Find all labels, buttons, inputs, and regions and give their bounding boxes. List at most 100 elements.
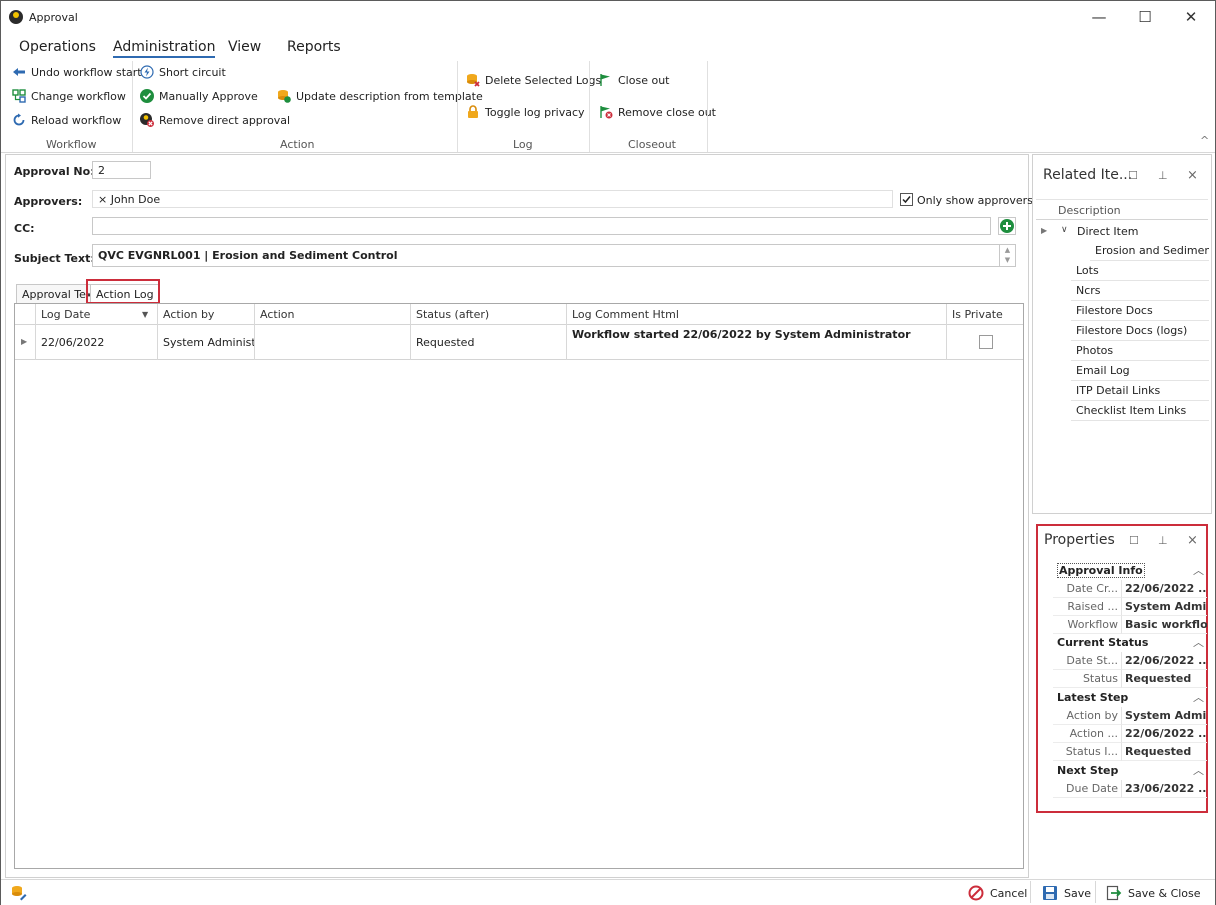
delete-selected-logs-button[interactable]: Delete Selected Logs (466, 71, 601, 89)
prop-value[interactable]: Basic workflow (1122, 616, 1207, 634)
col-action[interactable]: Action (254, 304, 410, 325)
reload-icon (12, 113, 26, 127)
close-out-button[interactable]: Close out (599, 71, 669, 89)
collapse-category-icon[interactable]: ︿ (1193, 634, 1204, 650)
tree-item-itp-detail-links[interactable]: ITP Detail Links (1071, 381, 1209, 401)
prop-value[interactable]: System Admi... (1122, 707, 1207, 725)
undo-workflow-start-label: Undo workflow start (31, 65, 142, 79)
sort-desc-icon: ▼ (142, 310, 149, 319)
minimize-button[interactable]: — (1077, 5, 1121, 29)
approvers-field[interactable]: × John Doe (92, 190, 893, 208)
collapse-category-icon[interactable]: ︿ (1193, 562, 1204, 578)
cancel-icon (968, 885, 984, 901)
subject-text-label: Subject Text: (14, 252, 95, 265)
approver-chip[interactable]: × John Doe (98, 193, 160, 206)
pin-icon[interactable]: ⊥ (1158, 169, 1168, 182)
undo-workflow-start-button[interactable]: Undo workflow start (12, 63, 142, 81)
float-panel-icon[interactable]: ☐ (1128, 169, 1138, 182)
expand-tree-icon[interactable]: ▶ (1041, 226, 1047, 235)
expand-row-icon[interactable]: ▶ (21, 337, 27, 346)
short-circuit-button[interactable]: Short circuit (140, 63, 226, 81)
subject-text-field[interactable]: QVC EVGNRL001 | Erosion and Sediment Con… (92, 244, 1000, 267)
only-show-approvers-checkbox[interactable] (900, 193, 913, 206)
tree-direct-item[interactable]: Direct Item (1077, 225, 1138, 238)
tree-item-filestore-docs-logs[interactable]: Filestore Docs (logs) (1071, 321, 1209, 341)
menu-view[interactable]: View (228, 39, 261, 55)
menu-reports[interactable]: Reports (287, 39, 341, 55)
prop-value[interactable]: 22/06/2022 ... (1122, 652, 1207, 670)
cancel-button[interactable]: Cancel (968, 885, 1027, 901)
cell-action-by: System Administr... (157, 325, 254, 360)
remove-close-out-button[interactable]: Remove close out (599, 103, 716, 121)
closeout-group-label: Closeout (628, 138, 676, 151)
menu-operations[interactable]: Operations (19, 39, 96, 55)
cell-log-comment: Workflow started 22/06/2022 by System Ad… (566, 325, 946, 360)
prop-value[interactable]: 22/06/2022 ... (1122, 580, 1207, 598)
cancel-label: Cancel (990, 886, 1028, 900)
reload-workflow-button[interactable]: Reload workflow (12, 111, 121, 129)
flag-icon (599, 73, 613, 87)
close-window-button[interactable]: ✕ (1169, 5, 1213, 29)
save-button[interactable]: Save (1042, 885, 1091, 901)
maximize-button[interactable]: ☐ (1123, 5, 1167, 29)
menu-administration[interactable]: Administration (113, 39, 216, 58)
plus-circle-icon (998, 217, 1016, 235)
approval-no-field[interactable]: 2 (92, 161, 151, 179)
tree-erosion-item[interactable]: Erosion and Sediment ... (1090, 241, 1209, 261)
toggle-log-privacy-button[interactable]: Toggle log privacy (466, 103, 585, 121)
table-row[interactable]: ▶ 22/06/2022 System Administr... Request… (15, 325, 1023, 360)
chevron-down-icon[interactable]: ∨ (1061, 225, 1068, 235)
tree-item-filestore-docs[interactable]: Filestore Docs (1071, 301, 1209, 321)
delete-log-icon (466, 73, 480, 87)
tree-item-photos[interactable]: Photos (1071, 341, 1209, 361)
change-workflow-button[interactable]: Change workflow (12, 87, 126, 105)
close-out-label: Close out (618, 73, 670, 87)
prop-category-current-status[interactable]: Current Status (1053, 634, 1207, 652)
prop-category-latest-step[interactable]: Latest Step (1053, 689, 1207, 707)
prop-category-approval-info[interactable]: Approval Info (1053, 562, 1207, 580)
float-panel-icon[interactable]: ☐ (1129, 534, 1139, 547)
manually-approve-button[interactable]: Manually Approve (140, 87, 258, 105)
col-is-private[interactable]: Is Private (946, 304, 1023, 325)
tree-item-email-log[interactable]: Email Log (1071, 361, 1209, 381)
remove-direct-approval-button[interactable]: Remove direct approval (140, 111, 290, 129)
approval-no-label: Approval No: (14, 165, 95, 178)
prop-value[interactable]: Requested (1122, 670, 1207, 688)
col-action-by[interactable]: Action by (157, 304, 254, 325)
edit-layout-icon[interactable] (11, 885, 27, 901)
col-log-comment[interactable]: Log Comment Html (566, 304, 946, 325)
save-label: Save (1064, 886, 1092, 900)
collapse-category-icon[interactable]: ︿ (1193, 762, 1204, 778)
col-status-after[interactable]: Status (after) (410, 304, 566, 325)
add-cc-button[interactable] (998, 217, 1016, 235)
prop-name: Date St... (1053, 652, 1122, 670)
window-title: Approval (29, 11, 78, 24)
collapse-ribbon-button[interactable]: ^ (1200, 134, 1209, 147)
tree-item-ncrs[interactable]: Ncrs (1071, 281, 1209, 301)
category-label: Approval Info (1057, 563, 1145, 578)
cell-action (254, 325, 410, 360)
ribbon-separator (589, 61, 590, 153)
update-description-button[interactable]: Update description from template (277, 87, 483, 105)
save-and-close-button[interactable]: Save & Close (1106, 885, 1201, 901)
app-icon (9, 10, 23, 24)
close-panel-icon[interactable]: × (1187, 168, 1198, 183)
subject-scrollbar[interactable]: ▲ ▼ (1000, 244, 1016, 267)
tree-item-lots[interactable]: Lots (1071, 261, 1209, 281)
ribbon-separator (457, 61, 458, 153)
prop-category-next-step[interactable]: Next Step (1053, 762, 1207, 780)
prop-value[interactable]: Requested (1122, 743, 1207, 761)
save-close-icon (1106, 885, 1122, 901)
tree-item-checklist-item-links[interactable]: Checklist Item Links (1071, 401, 1209, 421)
collapse-category-icon[interactable]: ︿ (1193, 689, 1204, 705)
description-column-header[interactable]: Description (1058, 204, 1121, 217)
pin-icon[interactable]: ⊥ (1158, 534, 1168, 547)
prop-value[interactable]: 23/06/2022 ... (1122, 780, 1207, 798)
cc-field[interactable] (92, 217, 991, 235)
col-log-date[interactable]: Log Date (35, 304, 157, 325)
prop-value[interactable]: 22/06/2022 ... (1122, 725, 1207, 743)
prop-value[interactable]: System Admi... (1122, 598, 1207, 616)
is-private-checkbox[interactable] (979, 335, 993, 349)
save-icon (1043, 886, 1057, 900)
close-panel-icon[interactable]: × (1187, 533, 1198, 548)
